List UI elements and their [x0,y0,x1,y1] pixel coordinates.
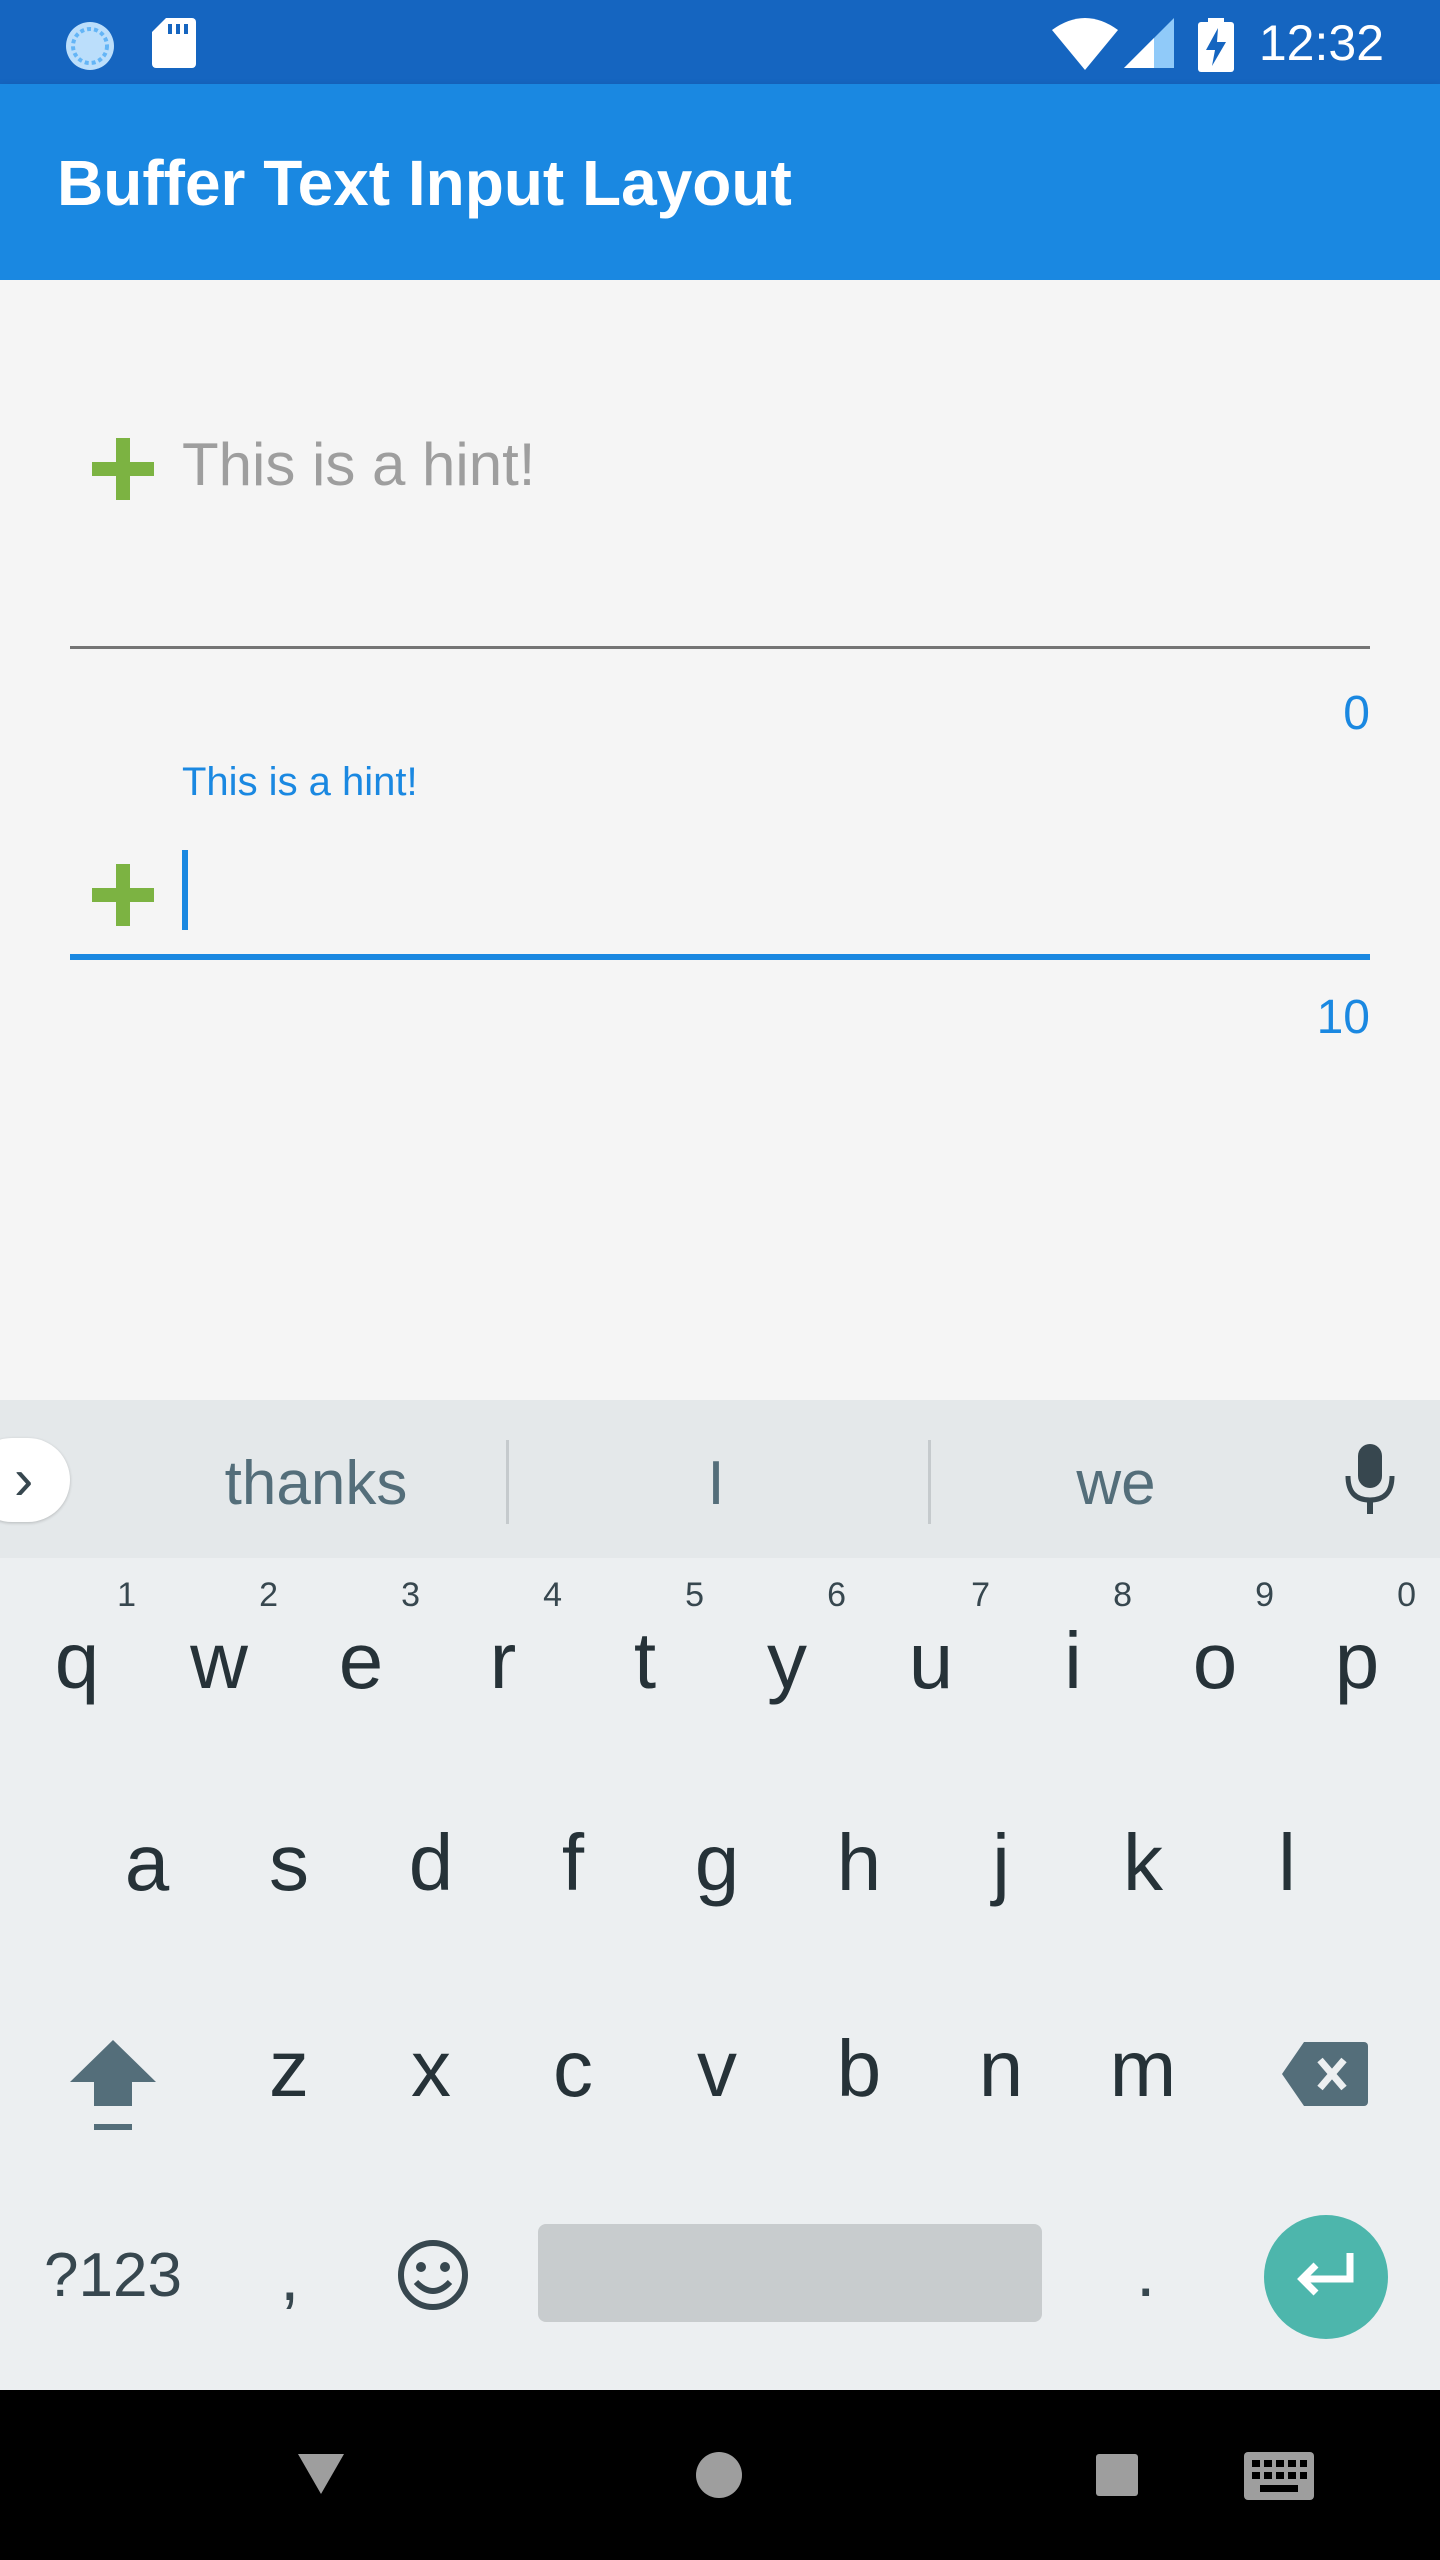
app-title: Buffer Text Input Layout [57,147,792,219]
key-g[interactable]: g [652,1798,782,1928]
key-r[interactable]: r4 [438,1578,568,1726]
text-input-field-2[interactable]: This is a hint! 10 [70,760,1370,1160]
soft-keyboard: › thanks I we q1 w2 e3 r4 t5 y6 u7 i8 o9… [0,1400,1440,2390]
suggestion-strip: › thanks I we [0,1400,1440,1558]
wifi-icon [1052,18,1118,70]
key-h[interactable]: h [794,1798,924,1928]
key-l[interactable]: l [1222,1798,1352,1928]
key-u[interactable]: u7 [866,1578,996,1726]
enter-button[interactable] [1264,2215,1388,2339]
input-hint: This is a hint! [182,431,536,498]
key-z[interactable]: z [224,2004,354,2134]
suggestion-2[interactable]: I [566,1448,866,1519]
plus-icon [92,864,154,926]
key-d[interactable]: d [366,1798,496,1928]
microphone-icon[interactable] [1340,1444,1400,1516]
character-counter: 0 [1343,687,1370,740]
backspace-icon[interactable] [1282,2042,1368,2106]
emoji-icon[interactable] [396,2238,470,2312]
text-cursor [182,850,188,930]
character-counter: 10 [1316,991,1370,1044]
shift-icon[interactable] [70,2040,156,2136]
key-b[interactable]: b [794,2004,924,2134]
input-underline-focused [70,954,1370,960]
key-c[interactable]: c [508,2004,638,2134]
chevron-right-icon: › [14,1447,34,1512]
period-key[interactable]: . [1136,2232,1155,2312]
suggestion-3[interactable]: we [966,1448,1266,1519]
key-p[interactable]: p0 [1292,1578,1422,1726]
key-t[interactable]: t5 [580,1578,710,1726]
key-j[interactable]: j [936,1798,1066,1928]
app-bar: Buffer Text Input Layout [0,84,1440,280]
comma-key[interactable]: , [280,2236,299,2316]
plus-icon [92,438,154,500]
keyboard-switch-icon[interactable] [1244,2452,1314,2500]
sync-icon [66,22,114,70]
suggestion-1[interactable]: thanks [166,1448,466,1519]
signal-icon [1124,18,1174,68]
navigation-bar [0,2390,1440,2560]
floating-label: This is a hint! [182,760,418,804]
key-q[interactable]: q1 [12,1578,142,1726]
back-icon[interactable] [298,2454,344,2494]
battery-charging-icon [1198,18,1234,72]
key-m[interactable]: m [1078,2004,1208,2134]
suggestion-divider [506,1440,509,1524]
key-n[interactable]: n [936,2004,1066,2134]
key-w[interactable]: w2 [154,1578,284,1726]
expand-suggestions-button[interactable]: › [0,1438,70,1522]
key-s[interactable]: s [224,1798,354,1928]
key-f[interactable]: f [508,1798,638,1928]
status-time: 12:32 [1258,15,1384,71]
status-bar: 12:32 [0,0,1440,84]
recents-icon[interactable] [1096,2454,1138,2496]
symbols-key[interactable]: ?123 [44,2240,182,2311]
key-o[interactable]: o9 [1150,1578,1280,1726]
key-e[interactable]: e3 [296,1578,426,1726]
sd-card-icon [152,18,196,68]
key-v[interactable]: v [652,2004,782,2134]
enter-icon [1297,2253,1354,2296]
key-i[interactable]: i8 [1008,1578,1138,1726]
input-underline [70,646,1370,649]
key-x[interactable]: x [366,2004,496,2134]
key-a[interactable]: a [82,1798,212,1928]
suggestion-divider [928,1440,931,1524]
spacebar[interactable] [538,2224,1042,2322]
key-y[interactable]: y6 [722,1578,852,1726]
key-k[interactable]: k [1078,1798,1208,1928]
home-icon[interactable] [696,2452,742,2498]
content-area: This is a hint! 0 This is a hint! 10 [0,280,1440,1400]
